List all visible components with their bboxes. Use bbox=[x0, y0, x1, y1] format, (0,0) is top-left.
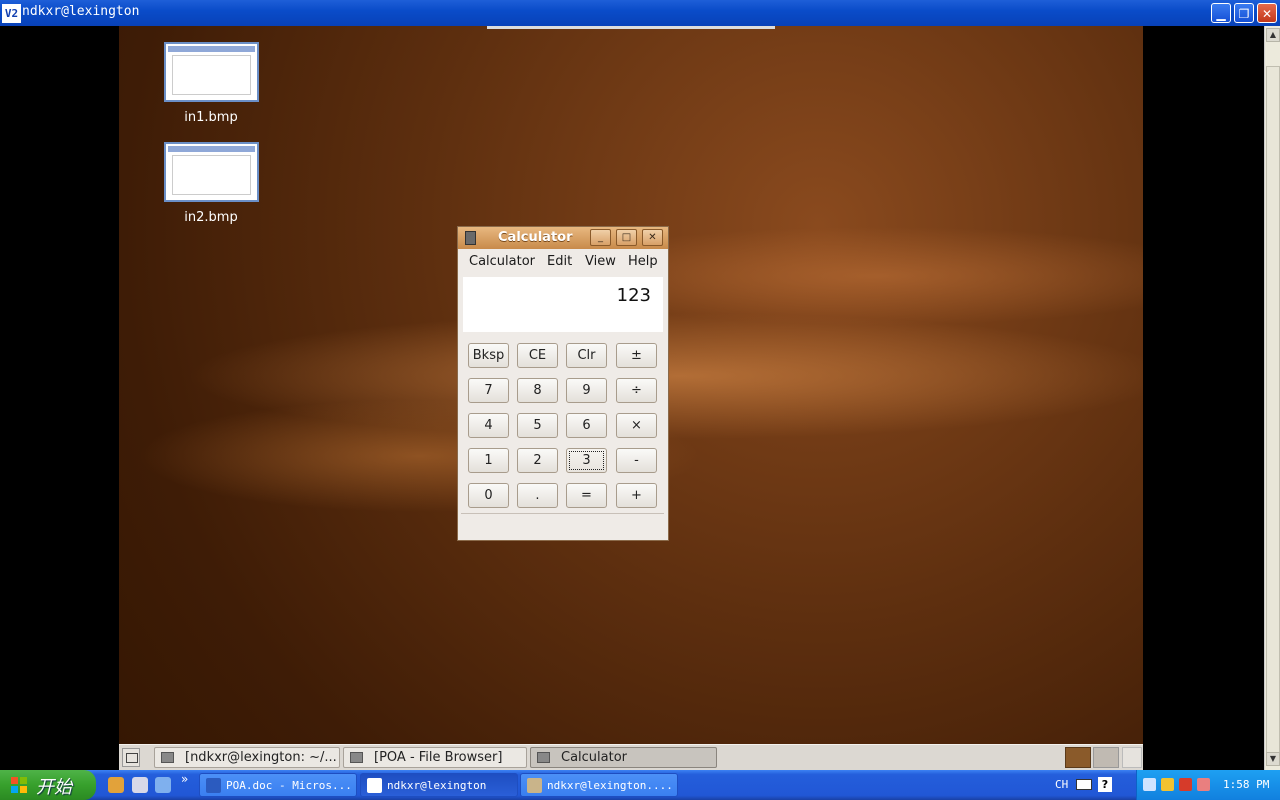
start-button[interactable]: 开始 bbox=[0, 770, 96, 800]
remote-task-calculator[interactable]: Calculator bbox=[530, 747, 717, 768]
key-2[interactable]: 2 bbox=[517, 448, 558, 473]
close-button[interactable]: ✕ bbox=[1257, 3, 1277, 23]
show-desktop-quicklaunch-icon[interactable] bbox=[132, 777, 148, 793]
calc-close-button[interactable]: ✕ bbox=[642, 229, 663, 246]
xp-task-vnc-1[interactable]: ndkxr@lexington bbox=[360, 773, 518, 797]
trash-icon[interactable] bbox=[1122, 747, 1142, 768]
word-icon bbox=[206, 778, 221, 793]
key-0[interactable]: 0 bbox=[468, 483, 509, 508]
key-clear-entry[interactable]: CE bbox=[517, 343, 558, 368]
remote-task-label: [POA - File Browser] bbox=[374, 750, 503, 765]
bmp-file-icon bbox=[163, 42, 259, 102]
language-indicator[interactable]: CH bbox=[1055, 778, 1068, 791]
show-desktop-icon[interactable] bbox=[122, 748, 140, 767]
calculator-statusbar bbox=[461, 513, 664, 536]
key-6[interactable]: 6 bbox=[566, 413, 607, 438]
key-divide[interactable]: ÷ bbox=[616, 378, 657, 403]
xp-task-label: ndkxr@lexington bbox=[387, 779, 487, 792]
key-backspace[interactable]: Bksp bbox=[468, 343, 509, 368]
key-1[interactable]: 1 bbox=[468, 448, 509, 473]
key-4[interactable]: 4 bbox=[468, 413, 509, 438]
calc-maximize-button[interactable]: □ bbox=[616, 229, 637, 246]
key-add[interactable]: + bbox=[616, 483, 657, 508]
xp-task-label: POA.doc - Micros... bbox=[226, 779, 352, 792]
remote-task-label: Calculator bbox=[561, 750, 628, 765]
scrollbar-thumb[interactable] bbox=[1266, 66, 1280, 756]
windows-flag-icon bbox=[11, 777, 27, 793]
calculator-display: 123 bbox=[463, 277, 663, 332]
key-plus-minus[interactable]: ± bbox=[616, 343, 657, 368]
remote-bottom-panel: [ndkxr@lexington: ~/... [POA - File Brow… bbox=[119, 744, 1143, 770]
remote-task-file-browser[interactable]: [POA - File Browser] bbox=[343, 747, 527, 768]
calculator-titlebar[interactable]: Calculator _ □ ✕ bbox=[458, 227, 668, 249]
bmp-file-icon bbox=[163, 142, 259, 202]
menu-view[interactable]: View bbox=[585, 254, 616, 269]
vnc-window-titlebar[interactable]: V2 ndkxr@lexington ▁ ❐ ✕ bbox=[0, 0, 1280, 26]
key-multiply[interactable]: × bbox=[616, 413, 657, 438]
help-icon[interactable]: ? bbox=[1098, 777, 1112, 792]
start-label: 开始 bbox=[36, 777, 72, 798]
desktop-icon-in1[interactable]: in1.bmp bbox=[156, 42, 266, 125]
xp-task-label: ndkxr@lexington.... bbox=[547, 779, 673, 792]
xp-task-word[interactable]: POA.doc - Micros... bbox=[199, 773, 357, 797]
terminal-icon bbox=[161, 752, 174, 763]
workspace-1[interactable] bbox=[1065, 747, 1091, 768]
vnc-vertical-scrollbar[interactable]: ▲ ▼ bbox=[1264, 26, 1280, 770]
calc-minimize-button[interactable]: _ bbox=[590, 229, 611, 246]
menu-help[interactable]: Help bbox=[628, 254, 658, 269]
keyboard-icon[interactable] bbox=[1076, 779, 1092, 790]
users-icon[interactable] bbox=[1197, 778, 1210, 791]
calculator-title: Calculator bbox=[498, 230, 573, 245]
desktop-icon-label: in2.bmp bbox=[184, 210, 238, 225]
security-shield-icon[interactable] bbox=[1161, 778, 1174, 791]
vnc-viewer-icon bbox=[527, 778, 542, 793]
minimize-button[interactable]: ▁ bbox=[1211, 3, 1231, 23]
key-5[interactable]: 5 bbox=[517, 413, 558, 438]
calculator-icon bbox=[537, 752, 550, 763]
scroll-up-arrow-icon[interactable]: ▲ bbox=[1266, 28, 1280, 42]
xp-task-vnc-2[interactable]: ndkxr@lexington.... bbox=[520, 773, 678, 797]
menu-edit[interactable]: Edit bbox=[547, 254, 572, 269]
key-clear[interactable]: Clr bbox=[566, 343, 607, 368]
system-tray: 1:58 PM bbox=[1136, 770, 1280, 800]
key-8[interactable]: 8 bbox=[517, 378, 558, 403]
remote-task-label: [ndkxr@lexington: ~/... bbox=[185, 750, 337, 765]
display-value: 123 bbox=[616, 285, 651, 306]
workspace-2[interactable] bbox=[1093, 747, 1119, 768]
key-7[interactable]: 7 bbox=[468, 378, 509, 403]
calculator-window: Calculator _ □ ✕ Calculator Edit View He… bbox=[457, 226, 669, 541]
calculator-menubar: Calculator Edit View Help bbox=[458, 249, 668, 273]
key-equals[interactable]: = bbox=[566, 483, 607, 508]
key-3[interactable]: 3 bbox=[566, 448, 607, 473]
network-icon[interactable] bbox=[1143, 778, 1156, 791]
scroll-down-arrow-icon[interactable]: ▼ bbox=[1266, 752, 1280, 766]
antivirus-icon[interactable] bbox=[1179, 778, 1192, 791]
vnc-icon bbox=[367, 778, 382, 793]
key-decimal[interactable]: . bbox=[517, 483, 558, 508]
qq-icon[interactable] bbox=[108, 777, 124, 793]
restore-button[interactable]: ❐ bbox=[1234, 3, 1254, 23]
clock: 1:58 PM bbox=[1223, 778, 1270, 791]
calculator-icon bbox=[465, 231, 476, 245]
quick-launch-more-icon[interactable]: » bbox=[181, 772, 188, 786]
folder-icon bbox=[350, 752, 363, 763]
key-subtract[interactable]: - bbox=[616, 448, 657, 473]
remote-task-terminal[interactable]: [ndkxr@lexington: ~/... bbox=[154, 747, 340, 768]
ie-icon[interactable] bbox=[155, 777, 171, 793]
vnc-app-icon: V2 bbox=[2, 4, 21, 23]
menu-calculator[interactable]: Calculator bbox=[469, 254, 535, 269]
desktop-icon-in2[interactable]: in2.bmp bbox=[156, 142, 266, 225]
key-9[interactable]: 9 bbox=[566, 378, 607, 403]
xp-taskbar: 开始 » POA.doc - Micros... ndkxr@lexington… bbox=[0, 770, 1280, 800]
desktop-top-strip bbox=[487, 26, 775, 29]
desktop-icon-label: in1.bmp bbox=[184, 110, 238, 125]
vnc-window-title: ndkxr@lexington bbox=[22, 4, 140, 19]
